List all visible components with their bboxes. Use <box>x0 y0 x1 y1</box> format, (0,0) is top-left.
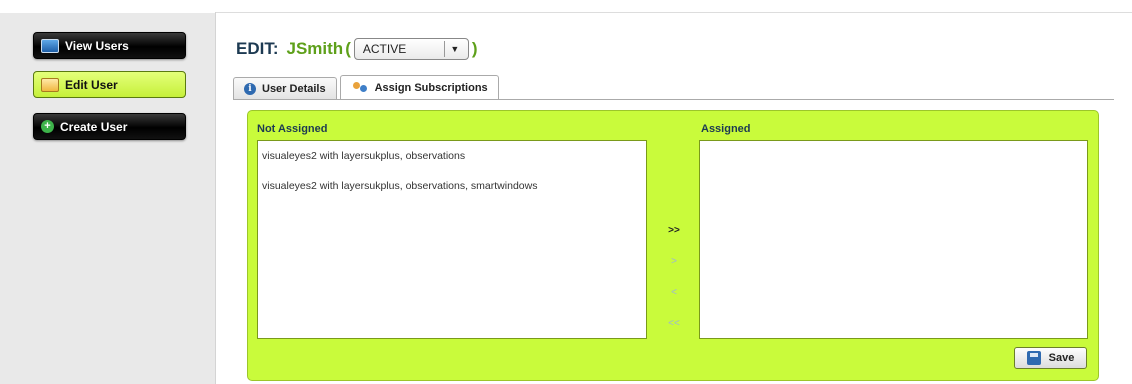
username: JSmith <box>286 39 344 58</box>
plus-circle-icon: + <box>41 120 54 133</box>
move-left-button[interactable]: < <box>659 283 689 314</box>
chevron-down-icon: ▼ <box>443 41 465 57</box>
not-assigned-list[interactable]: visualeyes2 with layersukplus, observati… <box>257 140 647 339</box>
status-value: ACTIVE <box>362 42 407 56</box>
status-select[interactable]: ACTIVE ▼ <box>353 38 469 60</box>
page-title: EDIT: JSmith ( ACTIVE ▼ ) <box>236 38 480 60</box>
save-disk-icon <box>1026 351 1041 365</box>
tab-bar: i User Details Assign Subscriptions <box>233 75 502 99</box>
create-user-label: Create User <box>60 119 128 134</box>
close-paren: ) <box>471 39 478 58</box>
save-label: Save <box>1048 352 1075 364</box>
move-right-button[interactable]: > <box>659 252 689 283</box>
tab-user-details[interactable]: i User Details <box>233 77 337 99</box>
subscriptions-panel: Not Assigned Assigned visualeyes2 with l… <box>247 110 1099 381</box>
open-paren: ( <box>345 39 351 58</box>
move-controls: >> > < << <box>659 221 689 345</box>
move-all-left-button[interactable]: << <box>659 314 689 345</box>
tab-assign-subscriptions-label: Assign Subscriptions <box>374 81 488 94</box>
not-assigned-label: Not Assigned <box>257 123 328 135</box>
tab-user-details-label: User Details <box>262 82 326 95</box>
edit-label: EDIT: <box>236 39 279 58</box>
create-user-button[interactable]: + Create User <box>33 113 186 140</box>
info-icon: i <box>244 82 256 95</box>
move-all-right-button[interactable]: >> <box>659 221 689 252</box>
main-content: EDIT: JSmith ( ACTIVE ▼ ) i User Details… <box>216 12 1132 383</box>
edit-icon <box>41 77 59 92</box>
save-button[interactable]: Save <box>1014 347 1087 369</box>
assigned-list[interactable] <box>699 140 1088 339</box>
list-item[interactable]: visualeyes2 with layersukplus, observati… <box>258 150 646 164</box>
view-users-button[interactable]: View Users <box>33 32 186 59</box>
tab-divider <box>233 99 1114 100</box>
tab-assign-subscriptions[interactable]: Assign Subscriptions <box>339 75 499 99</box>
people-icon <box>351 81 369 95</box>
assigned-label: Assigned <box>701 123 751 135</box>
view-users-label: View Users <box>65 38 129 53</box>
users-icon <box>41 38 59 53</box>
edit-user-label: Edit User <box>65 77 118 92</box>
list-item[interactable]: visualeyes2 with layersukplus, observati… <box>258 180 646 194</box>
sidebar: View Users Edit User + Create User <box>0 1 216 384</box>
edit-user-button[interactable]: Edit User <box>33 71 186 98</box>
